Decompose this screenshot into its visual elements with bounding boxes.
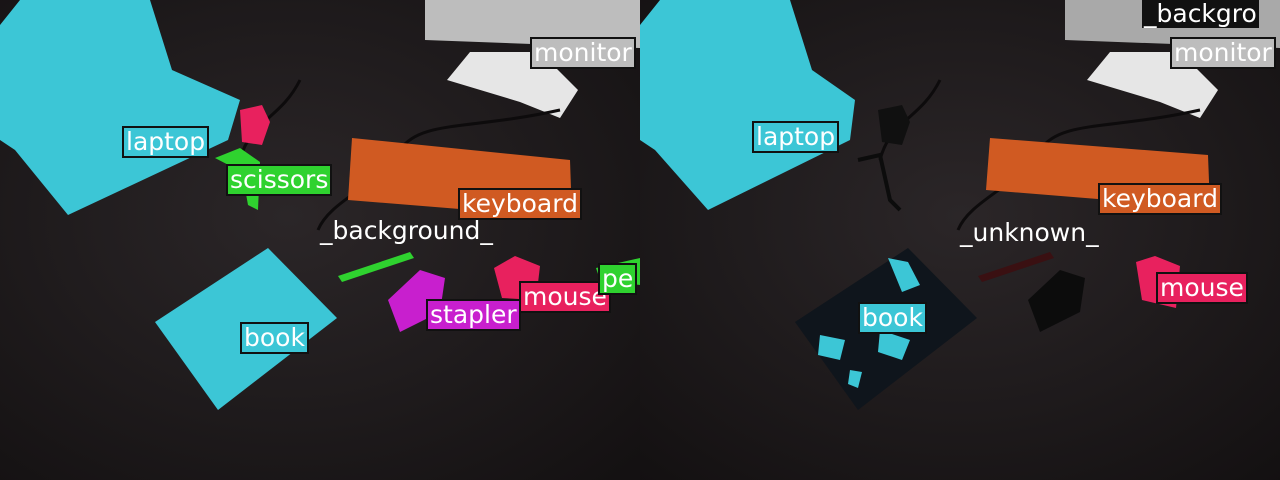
book-label: book [240,322,309,354]
scissors-label: scissors [226,164,333,196]
mouse-label: mouse [1156,272,1248,304]
right-segmentation-panel: laptop keyboard _unknown_ book mouse mon… [640,0,1280,480]
book-label: book [858,302,927,334]
pen-label: pe [598,263,638,295]
laptop-label: laptop [122,126,210,158]
monitor-label: monitor [1170,37,1276,69]
laptop-label: laptop [752,121,840,153]
background-label: _background_ [320,216,493,245]
background-label: _backgro [1142,0,1259,28]
keyboard-label: keyboard [1098,183,1222,215]
left-segmentation-panel: laptop scissors keyboard _background_ bo… [0,0,640,480]
stapler-label: stapler [426,299,521,331]
unknown-label: _unknown_ [960,218,1099,247]
monitor-label: monitor [530,37,636,69]
